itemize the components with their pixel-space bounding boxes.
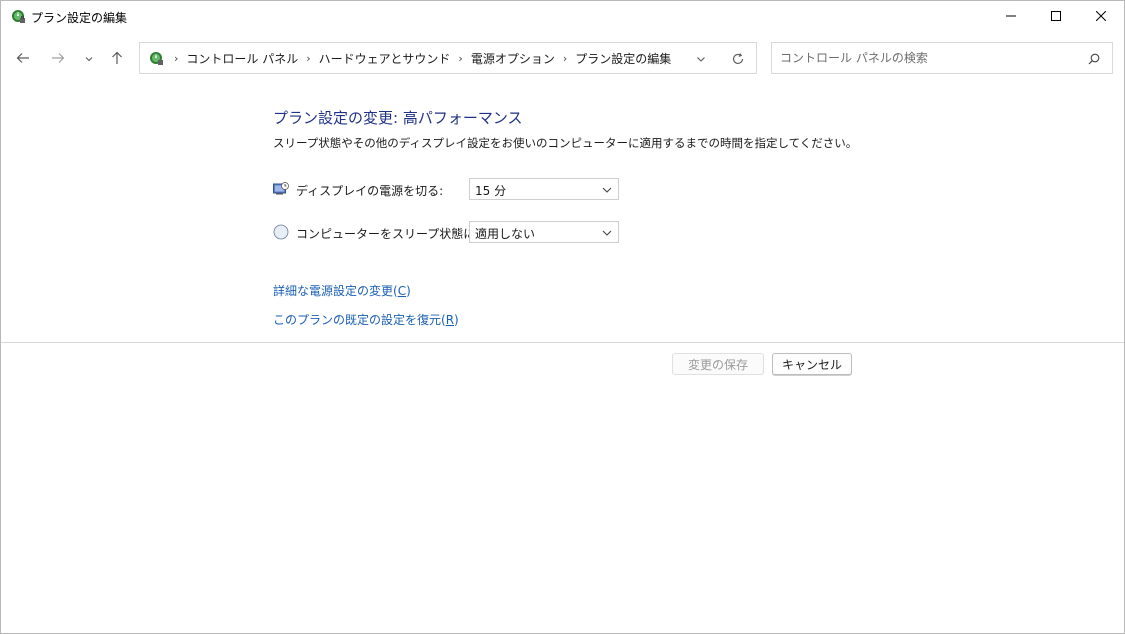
advanced-settings-link[interactable]: 詳細な電源設定の変更(C) — [273, 282, 411, 299]
divider — [1, 342, 1124, 343]
recent-locations-button[interactable] — [77, 47, 101, 71]
display-off-label: ディスプレイの電源を切る: — [296, 184, 444, 198]
window-title: プラン設定の編集 — [31, 11, 128, 25]
restore-defaults-link[interactable]: このプランの既定の設定を復元(R) — [273, 311, 459, 328]
forward-button[interactable] — [46, 47, 70, 71]
save-changes-button[interactable]: 変更の保存 — [672, 353, 764, 375]
close-button[interactable] — [1078, 1, 1124, 31]
moon-icon — [273, 224, 289, 240]
up-button[interactable] — [105, 47, 129, 71]
maximize-icon — [1051, 11, 1061, 21]
search-box[interactable] — [771, 42, 1113, 74]
arrow-left-icon — [16, 51, 30, 68]
close-icon — [1096, 11, 1106, 21]
breadcrumb-item-control-panel[interactable]: コントロール パネル — [186, 50, 298, 67]
breadcrumb-item-hardware-sound[interactable]: ハードウェアとサウンド — [319, 50, 451, 67]
page-description: スリープ状態やその他のディスプレイ設定をお使いのコンピューターに適用するまでの時… — [273, 136, 858, 150]
chevron-right-icon: › — [174, 51, 179, 65]
search-input[interactable] — [780, 49, 1070, 67]
display-off-value: 15 分 — [475, 184, 507, 198]
cancel-button[interactable]: キャンセル — [772, 353, 852, 375]
breadcrumb: › コントロール パネル › ハードウェアとサウンド › 電源オプション › プ… — [170, 43, 671, 73]
refresh-button[interactable] — [730, 51, 746, 67]
title-bar: プラン設定の編集 — [1, 1, 1124, 33]
chevron-down-icon — [602, 185, 612, 195]
chevron-down-icon — [602, 228, 612, 238]
breadcrumb-item-power-options[interactable]: 電源オプション — [471, 50, 555, 67]
chevron-down-icon — [85, 52, 93, 66]
maximize-button[interactable] — [1033, 1, 1079, 31]
breadcrumb-item-edit-plan[interactable]: プラン設定の編集 — [575, 50, 671, 67]
address-history-button[interactable] — [693, 51, 709, 67]
refresh-icon — [732, 53, 744, 64]
monitor-clock-icon — [273, 181, 289, 197]
arrow-up-icon — [110, 51, 124, 68]
chevron-right-icon[interactable]: › — [563, 52, 567, 65]
edit-plan-window: プラン設定の編集 › コントロール パネル › ハードウェアとサウンド › 電源… — [0, 0, 1125, 634]
chevron-right-icon[interactable]: › — [306, 52, 310, 65]
minimize-icon — [1006, 11, 1016, 21]
search-icon[interactable] — [1086, 51, 1102, 67]
sleep-select[interactable]: 適用しない — [469, 221, 619, 243]
chevron-down-icon — [697, 57, 705, 62]
address-bar[interactable]: › コントロール パネル › ハードウェアとサウンド › 電源オプション › プ… — [139, 42, 757, 74]
chevron-right-icon[interactable]: › — [458, 52, 462, 65]
sleep-value: 適用しない — [475, 227, 536, 241]
power-options-icon — [148, 50, 164, 66]
minimize-button[interactable] — [988, 1, 1034, 31]
power-options-icon — [10, 8, 26, 24]
arrow-right-icon — [51, 51, 65, 68]
back-button[interactable] — [11, 47, 35, 71]
display-off-select[interactable]: 15 分 — [469, 178, 619, 200]
page-title: プラン設定の変更: 高パフォーマンス — [273, 109, 523, 127]
